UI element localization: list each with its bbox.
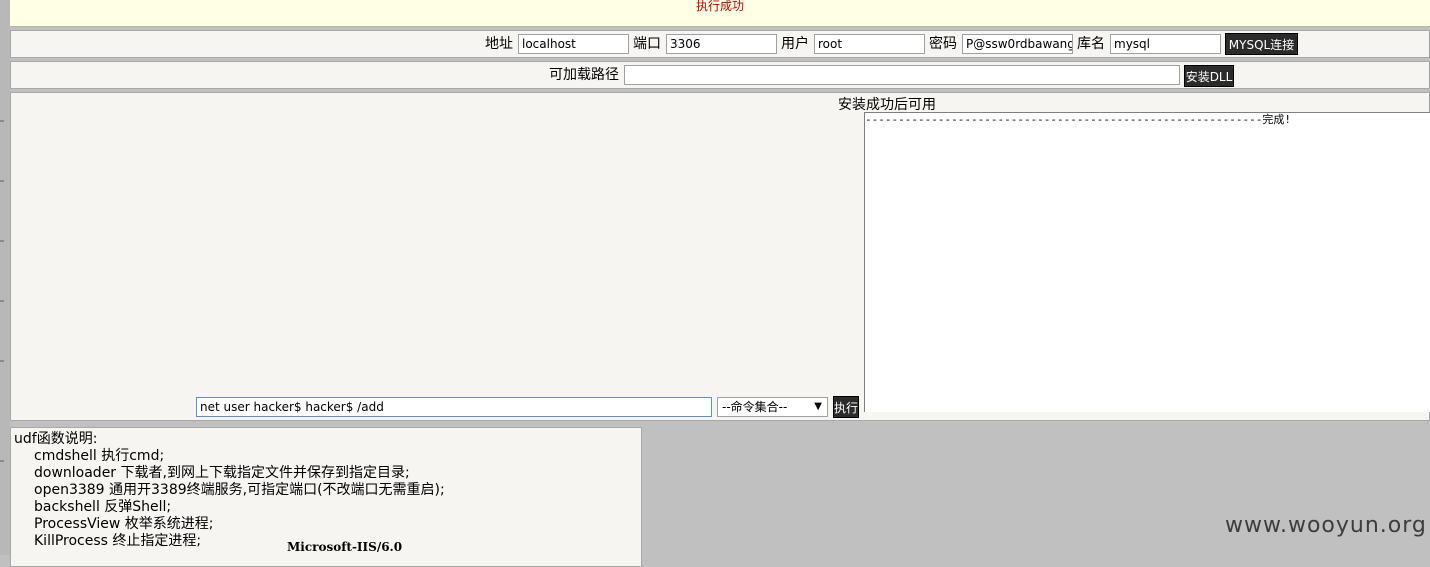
udf-help-item: backshell 反弹Shell; — [34, 499, 172, 515]
dll-install-form: 可加载路径 安装DLL — [10, 61, 1430, 89]
edge-mark — [0, 360, 4, 362]
window-left-edge — [0, 0, 10, 555]
edge-mark — [0, 120, 4, 122]
host-input[interactable]: localhost — [518, 34, 629, 54]
command-output[interactable]: ----------------------------------------… — [864, 112, 1430, 412]
host-label: 地址 — [485, 36, 513, 52]
load-path-label: 可加载路径 — [549, 67, 619, 83]
edge-mark — [0, 180, 4, 182]
load-path-input[interactable] — [624, 65, 1180, 85]
status-message: 执行成功 — [695, 0, 744, 13]
udf-help-item: downloader 下载者,到网上下载指定文件并保存到指定目录; — [34, 465, 410, 481]
install-dll-button[interactable]: 安装DLL — [1184, 65, 1234, 87]
password-label: 密码 — [929, 36, 957, 52]
command-set-select[interactable]: --命令集合-- ▼ — [717, 397, 828, 417]
mysql-connect-button[interactable]: MYSQL连接 — [1225, 33, 1298, 55]
database-input[interactable]: mysql — [1110, 34, 1221, 54]
edge-mark — [0, 460, 4, 462]
database-label: 库名 — [1077, 36, 1105, 52]
user-label: 用户 — [781, 36, 809, 52]
udf-help-item: cmdshell 执行cmd; — [34, 448, 165, 464]
command-input[interactable]: net user hacker$ hacker$ /add — [196, 397, 712, 417]
execute-button[interactable]: 执行 — [833, 396, 859, 418]
port-label: 端口 — [633, 36, 661, 52]
status-bar: 执行成功 — [10, 0, 1430, 27]
dropdown-arrow-icon: ▼ — [814, 401, 822, 412]
server-signature: Microsoft-IIS/6.0 — [287, 540, 403, 554]
available-after-install-label: 安装成功后可用 — [838, 97, 936, 113]
command-set-selected: --命令集合-- — [722, 400, 788, 414]
udf-help-title: udf函数说明: — [14, 431, 98, 447]
watermark: www.wooyun.org — [1225, 513, 1427, 538]
edge-mark — [0, 240, 4, 242]
edge-mark — [0, 300, 4, 302]
user-input[interactable]: root — [814, 34, 925, 54]
udf-help-item: KillProcess 终止指定进程; — [34, 533, 202, 549]
udf-help-item: ProcessView 枚举系统进程; — [34, 516, 214, 532]
password-input[interactable]: P@ssw0rdbawang — [962, 34, 1073, 54]
port-input[interactable]: 3306 — [666, 34, 777, 54]
mysql-connection-form: 地址 localhost 端口 3306 用户 root 密码 P@ssw0rd… — [10, 30, 1430, 58]
udf-help-item: open3389 通用开3389终端服务,可指定端口(不改端口无需重启); — [34, 482, 445, 498]
